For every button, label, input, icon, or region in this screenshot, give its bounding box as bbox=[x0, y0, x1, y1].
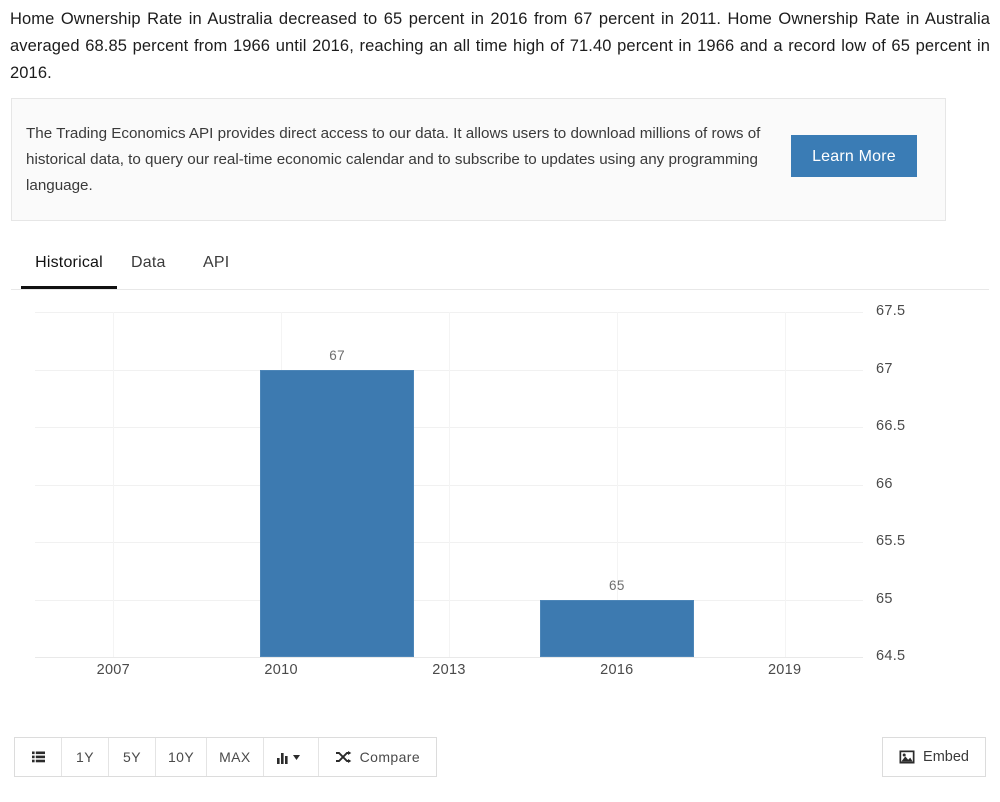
y-axis-tick-label: 66 bbox=[876, 475, 893, 492]
x-axis-tick-label: 2010 bbox=[264, 662, 298, 678]
y-axis-tick-label: 66.5 bbox=[876, 418, 906, 434]
summary-paragraph: Home Ownership Rate in Australia decreas… bbox=[10, 10, 990, 82]
gridline-vertical bbox=[449, 312, 450, 657]
embed-button[interactable]: Embed bbox=[882, 737, 986, 777]
embed-label: Embed bbox=[923, 749, 969, 765]
x-axis-tick-label: 2007 bbox=[96, 662, 131, 678]
list-icon bbox=[31, 749, 46, 765]
chart-container[interactable]: 67 65 67.5 67 66.5 66 65.5 65 64.5 2007 2010 2013… bbox=[0, 296, 1000, 726]
tab-bar: Historical Data API bbox=[11, 243, 989, 290]
x-axis-tick-label: 2013 bbox=[432, 662, 466, 678]
shuffle-icon bbox=[335, 750, 352, 765]
bar[interactable] bbox=[539, 599, 695, 657]
image-icon bbox=[899, 750, 915, 764]
bar-chart-dropdown-icon bbox=[276, 750, 306, 765]
range-1y-button[interactable]: 1Y bbox=[62, 738, 109, 776]
chart-toolbar: 1Y 5Y 10Y MAX Compare bbox=[14, 737, 438, 777]
api-promo-box: The Trading Economics API provides direc… bbox=[11, 98, 946, 221]
api-promo-text: The Trading Economics API provides direc… bbox=[26, 124, 761, 194]
y-axis-tick-label: 65.5 bbox=[876, 533, 906, 549]
learn-more-button[interactable]: Learn More bbox=[791, 135, 917, 177]
gridline-vertical bbox=[113, 312, 115, 657]
y-axis-tick-label: 67 bbox=[876, 360, 893, 377]
x-axis-tick-label: 2016 bbox=[600, 662, 634, 678]
compare-label: Compare bbox=[359, 749, 421, 765]
compare-button[interactable]: Compare bbox=[318, 738, 437, 776]
bar-value-label: 65 bbox=[609, 577, 625, 593]
x-axis-line bbox=[35, 657, 863, 658]
x-axis-tick-label: 2019 bbox=[767, 662, 802, 678]
range-list-button[interactable] bbox=[15, 738, 62, 776]
plot-inner: 67 65 bbox=[35, 312, 863, 658]
tab-historical[interactable]: Historical bbox=[21, 243, 117, 289]
y-axis-tick-label: 65 bbox=[876, 590, 893, 607]
range-10y-button[interactable]: 10Y bbox=[156, 738, 208, 776]
page-root: Home Ownership Rate in Australia decreas… bbox=[0, 0, 1000, 802]
plot-area: 67 65 bbox=[35, 312, 863, 802]
range-5y-button[interactable]: 5Y bbox=[109, 738, 156, 776]
y-axis-tick-label: 67.5 bbox=[876, 303, 906, 319]
y-axis-tick-label: 64.5 bbox=[876, 648, 906, 664]
tab-data[interactable]: Data bbox=[129, 243, 168, 289]
tab-api[interactable]: API bbox=[201, 243, 231, 289]
bar[interactable] bbox=[259, 369, 415, 657]
bar-value-label: 67 bbox=[329, 347, 345, 363]
chart-type-dropdown[interactable] bbox=[263, 738, 319, 776]
gridline-vertical bbox=[784, 312, 786, 657]
range-max-button[interactable]: MAX bbox=[207, 738, 264, 776]
